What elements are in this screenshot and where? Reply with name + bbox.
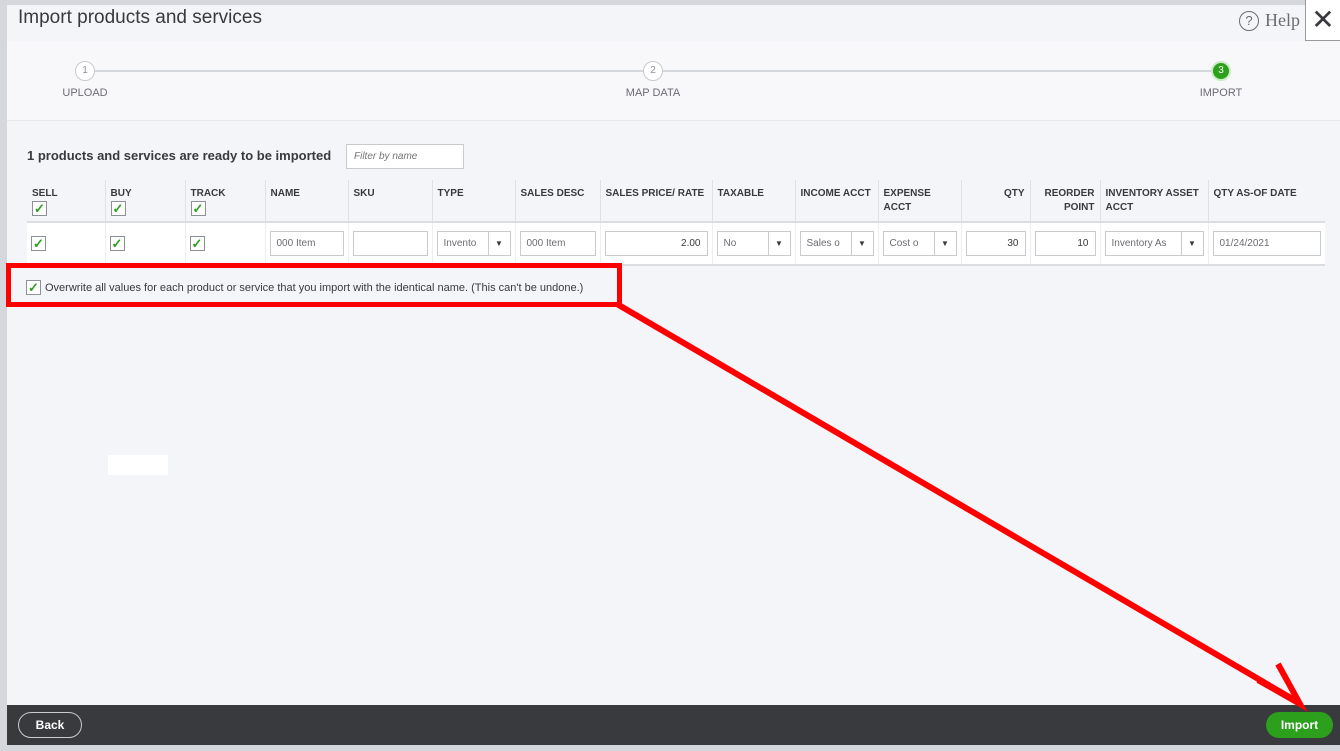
ready-heading: 1 products and services are ready to be … xyxy=(27,148,332,163)
col-name: NAME xyxy=(264,180,348,222)
col-sales-price: SALES PRICE/ RATE xyxy=(599,180,712,222)
col-label: BUY xyxy=(110,188,132,199)
sku-input[interactable] xyxy=(352,231,428,256)
chevron-down-icon: ▼ xyxy=(933,232,956,255)
import-dialog: Import products and services ? Help ✕ 1 UP… xyxy=(7,0,1340,745)
track-checkbox[interactable]: ✓ xyxy=(189,235,205,251)
col-label: TRACK xyxy=(190,188,226,199)
sell-all-checkbox[interactable]: ✓ xyxy=(32,201,47,216)
col-income-acct: INCOME ACCT xyxy=(794,180,878,222)
sell-checkbox[interactable]: ✓ xyxy=(31,235,46,251)
col-sell: SELL ✓ xyxy=(27,180,105,222)
sales-price-input[interactable]: 2.00 xyxy=(604,231,708,256)
help-button[interactable]: ? Help xyxy=(1239,10,1300,31)
select-value: Cost o xyxy=(889,238,919,249)
import-button[interactable]: Import xyxy=(1266,712,1333,738)
white-patch xyxy=(108,455,168,475)
track-all-checkbox[interactable]: ✓ xyxy=(190,201,206,216)
buy-checkbox[interactable]: ✓ xyxy=(109,235,125,251)
select-value: Invento xyxy=(443,238,477,249)
type-select[interactable]: Invento ▼ xyxy=(436,231,511,256)
products-table: SELL ✓ BUY ✓ TRACK ✓ NAME SKU TYPE SALES DE… xyxy=(27,180,1325,266)
select-value: Sales o xyxy=(806,238,840,249)
col-sales-desc: SALES DESC xyxy=(514,180,600,222)
col-buy: BUY ✓ xyxy=(104,180,185,222)
select-value: No xyxy=(723,238,737,249)
step-label: MAP DATA xyxy=(625,87,681,99)
col-track: TRACK ✓ xyxy=(184,180,265,222)
step-label: IMPORT xyxy=(1199,87,1243,99)
col-qty-as-of-date: QTY AS-OF DATE xyxy=(1207,180,1325,222)
step-number: 2 xyxy=(643,61,663,81)
chevron-down-icon: ▼ xyxy=(767,232,790,255)
close-icon: ✕ xyxy=(1311,4,1335,35)
chevron-down-icon: ▼ xyxy=(1180,232,1203,255)
stepper: 1 UPLOAD 2 MAP DATA 3 IMPORT xyxy=(7,41,1340,121)
col-type: TYPE xyxy=(431,180,515,222)
step-number: 1 xyxy=(75,61,95,81)
qty-as-of-date-input[interactable]: 01/24/2021 xyxy=(1212,231,1321,256)
name-input[interactable]: 000 Item xyxy=(269,231,344,256)
col-reorder-point: REORDER POINT xyxy=(1029,180,1100,222)
step-label: UPLOAD xyxy=(62,87,108,99)
col-taxable: TAXABLE xyxy=(711,180,795,222)
income-acct-select[interactable]: Sales o ▼ xyxy=(799,231,874,256)
inventory-asset-acct-select[interactable]: Inventory As ▼ xyxy=(1104,231,1204,256)
filter-input[interactable] xyxy=(346,144,464,169)
back-button[interactable]: Back xyxy=(18,712,82,738)
annotation-highlight-box xyxy=(6,263,622,307)
col-qty: QTY xyxy=(960,180,1030,222)
chevron-down-icon: ▼ xyxy=(487,232,510,255)
buy-all-checkbox[interactable]: ✓ xyxy=(110,201,126,216)
help-label: Help xyxy=(1265,10,1300,30)
dialog-title: Import products and services xyxy=(18,7,262,28)
close-button[interactable]: ✕ xyxy=(1305,0,1340,41)
step-number: 3 xyxy=(1211,61,1231,81)
chevron-down-icon: ▼ xyxy=(850,232,873,255)
expense-acct-select[interactable]: Cost o ▼ xyxy=(882,231,957,256)
select-value: Inventory As xyxy=(1111,238,1167,249)
footer-bar: Back Import xyxy=(7,705,1340,745)
sales-desc-input[interactable]: 000 Item xyxy=(519,231,596,256)
step-import: 3 IMPORT xyxy=(1161,61,1281,99)
step-map-data: 2 MAP DATA xyxy=(593,61,713,99)
qty-input[interactable]: 30 xyxy=(965,231,1026,256)
col-sku: SKU xyxy=(347,180,432,222)
table-row: ✓ ✓ ✓ 000 Item Invento ▼ 000 Item 2.00 No… xyxy=(27,222,1325,266)
step-upload: 1 UPLOAD xyxy=(25,61,145,99)
reorder-point-input[interactable]: 10 xyxy=(1034,231,1096,256)
help-icon: ? xyxy=(1239,10,1259,31)
title-bar: Import products and services ? Help ✕ xyxy=(7,0,1340,41)
col-label: SELL xyxy=(32,188,58,199)
col-inventory-asset-acct: INVENTORY ASSET ACCT xyxy=(1099,180,1208,222)
col-expense-acct: EXPENSE ACCT xyxy=(877,180,961,222)
taxable-select[interactable]: No ▼ xyxy=(716,231,791,256)
table-header: SELL ✓ BUY ✓ TRACK ✓ NAME SKU TYPE SALES DE… xyxy=(27,180,1325,222)
